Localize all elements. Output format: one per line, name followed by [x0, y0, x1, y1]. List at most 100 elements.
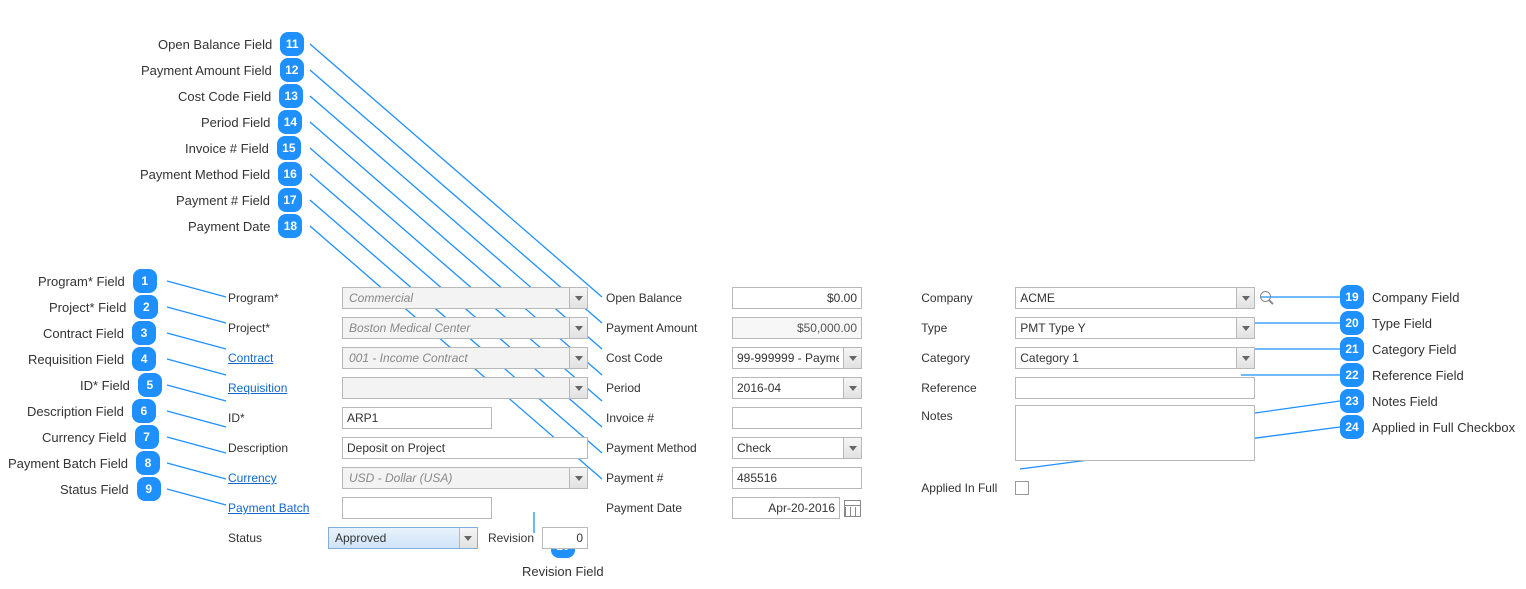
period-input[interactable] [732, 377, 844, 399]
callout-requisition: Requisition Field 4 [28, 347, 156, 371]
label-invoice: Invoice # [606, 411, 726, 425]
label-contract-link[interactable]: Contract [228, 351, 336, 365]
company-combo[interactable] [1015, 287, 1255, 309]
row-contract: Contract 001 - Income Contract [228, 345, 588, 371]
callout-reference: 22 Reference Field [1340, 363, 1464, 387]
callout-label: Project* Field [49, 300, 126, 315]
dropdown-arrow-icon [569, 348, 587, 368]
period-combo[interactable] [732, 377, 862, 399]
callout-label: Revision Field [522, 564, 604, 579]
badge: 9 [137, 477, 161, 501]
callout-label: Payment Method Field [140, 167, 270, 182]
contract-select[interactable]: 001 - Income Contract [342, 347, 588, 369]
category-combo[interactable] [1015, 347, 1255, 369]
dropdown-arrow-icon[interactable] [1237, 317, 1255, 339]
label-cost-code: Cost Code [606, 351, 726, 365]
dropdown-arrow-icon [569, 318, 587, 338]
dropdown-arrow-icon[interactable] [1237, 287, 1255, 309]
badge: 7 [135, 425, 159, 449]
label-payment-date: Payment Date [606, 501, 726, 515]
badge: 12 [280, 58, 304, 82]
callout-label: Category Field [1372, 342, 1457, 357]
label-status: Status [228, 531, 322, 545]
type-combo[interactable] [1015, 317, 1255, 339]
dropdown-arrow-icon[interactable] [844, 377, 862, 399]
label-revision: Revision [488, 531, 534, 545]
requisition-select[interactable] [342, 377, 588, 399]
badge: 6 [132, 399, 156, 423]
badge: 3 [132, 321, 156, 345]
callout-contract: Contract Field 3 [43, 321, 156, 345]
applied-in-full-checkbox[interactable] [1015, 481, 1029, 495]
payment-no-input[interactable] [732, 467, 862, 489]
label-id: ID* [228, 411, 336, 425]
callout-notes: 23 Notes Field [1340, 389, 1438, 413]
status-select[interactable]: Approved [328, 527, 478, 549]
payment-date-input[interactable] [732, 497, 840, 519]
badge: 18 [278, 214, 302, 238]
callout-label: Description Field [27, 404, 124, 419]
category-input[interactable] [1015, 347, 1237, 369]
calendar-icon[interactable] [844, 500, 861, 517]
label-program: Program* [228, 291, 336, 305]
currency-select[interactable]: USD - Dollar (USA) [342, 467, 588, 489]
callout-label: Currency Field [42, 430, 127, 445]
row-status: Status Approved Revision [228, 525, 588, 551]
cost-code-input[interactable] [732, 347, 844, 369]
label-project: Project* [228, 321, 336, 335]
label-reference: Reference [921, 381, 1009, 395]
label-category: Category [921, 351, 1009, 365]
label-requisition-link[interactable]: Requisition [228, 381, 336, 395]
revision-input[interactable] [542, 527, 588, 549]
label-currency-link[interactable]: Currency [228, 471, 336, 485]
badge: 13 [279, 84, 303, 108]
badge: 15 [277, 136, 301, 160]
cost-code-combo[interactable] [732, 347, 862, 369]
row-reference: Reference [921, 375, 1278, 401]
badge: 1 [133, 269, 157, 293]
invoice-input[interactable] [732, 407, 862, 429]
notes-textarea[interactable] [1015, 405, 1255, 461]
dropdown-arrow-icon[interactable] [1237, 347, 1255, 369]
project-select[interactable]: Boston Medical Center [342, 317, 588, 339]
callout-type: 20 Type Field [1340, 311, 1432, 335]
row-payment-amount: Payment Amount [606, 315, 903, 341]
callout-label: Status Field [60, 482, 129, 497]
row-cost-code: Cost Code [606, 345, 903, 371]
payment-form: Program* Commercial Project* Boston Medi… [228, 285, 1278, 551]
callout-label: Open Balance Field [158, 37, 272, 52]
callout-id: ID* Field 5 [80, 373, 162, 397]
payment-batch-input[interactable] [342, 497, 492, 519]
open-balance-input[interactable] [732, 287, 862, 309]
callout-label: Company Field [1372, 290, 1459, 305]
callout-label: Reference Field [1372, 368, 1464, 383]
callout-project: Project* Field 2 [49, 295, 158, 319]
label-payment-no: Payment # [606, 471, 726, 485]
badge: 24 [1340, 415, 1364, 439]
dropdown-arrow-icon[interactable] [844, 347, 862, 369]
form-column-1: Program* Commercial Project* Boston Medi… [228, 285, 588, 551]
callout-label: Period Field [201, 115, 270, 130]
company-input[interactable] [1015, 287, 1237, 309]
payment-method-combo[interactable] [732, 437, 862, 459]
dropdown-arrow-icon [569, 378, 587, 398]
type-input[interactable] [1015, 317, 1237, 339]
callout-label: Program* Field [38, 274, 125, 289]
search-icon[interactable] [1259, 290, 1275, 306]
program-select[interactable]: Commercial [342, 287, 588, 309]
label-payment-batch-link[interactable]: Payment Batch [228, 501, 336, 515]
label-open-balance: Open Balance [606, 291, 726, 305]
row-id: ID* [228, 405, 588, 431]
badge: 5 [138, 373, 162, 397]
description-input[interactable] [342, 437, 588, 459]
row-description: Description [228, 435, 588, 461]
badge: 20 [1340, 311, 1364, 335]
dropdown-arrow-icon[interactable] [844, 437, 862, 459]
payment-method-input[interactable] [732, 437, 844, 459]
id-input[interactable] [342, 407, 492, 429]
callout-label: Payment Batch Field [8, 456, 128, 471]
callout-description: Description Field 6 [27, 399, 156, 423]
row-company: Company [921, 285, 1278, 311]
callout-category: 21 Category Field [1340, 337, 1457, 361]
reference-input[interactable] [1015, 377, 1255, 399]
